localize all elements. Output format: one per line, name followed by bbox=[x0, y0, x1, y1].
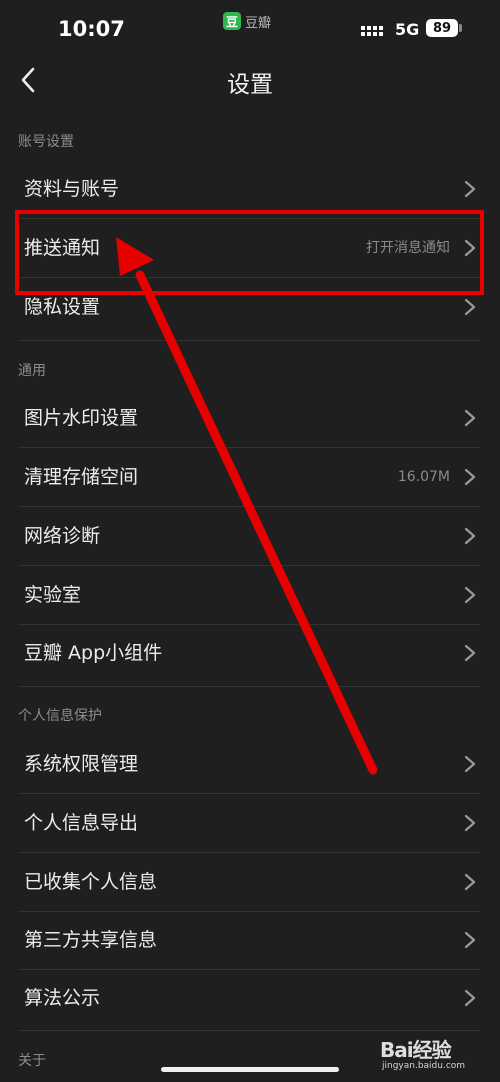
baidu-jingyan-watermark: Bai经验 jingyan.baidu.com bbox=[380, 1034, 495, 1079]
chevron-right-icon bbox=[464, 527, 476, 545]
chevron-right-icon bbox=[464, 873, 476, 891]
status-bar: 10:07 豆 豆瓣 5G 89 bbox=[0, 0, 500, 60]
watermark-url: jingyan.baidu.com bbox=[382, 1061, 466, 1071]
network-type: 5G bbox=[395, 20, 420, 39]
row-label: 第三方共享信息 bbox=[24, 929, 158, 951]
page-title: 设置 bbox=[227, 72, 273, 98]
douban-app-icon: 豆 bbox=[223, 12, 241, 30]
status-time: 10:07 bbox=[58, 17, 125, 41]
chevron-right-icon bbox=[464, 468, 476, 486]
settings-row-network-diagnosis[interactable]: 网络诊断 bbox=[0, 507, 500, 565]
storage-size-value: 16.07M bbox=[397, 469, 450, 485]
row-label: 已收集个人信息 bbox=[24, 871, 158, 893]
settings-row-third-party-sharing[interactable]: 第三方共享信息 bbox=[0, 911, 500, 969]
active-app-name: 豆瓣 bbox=[245, 15, 272, 31]
chevron-right-icon bbox=[464, 755, 476, 773]
settings-row-system-permissions[interactable]: 系统权限管理 bbox=[0, 735, 500, 793]
settings-row-export-personal-info[interactable]: 个人信息导出 bbox=[0, 794, 500, 852]
highlight-box bbox=[15, 210, 484, 295]
active-app-indicator[interactable]: 豆 豆瓣 bbox=[223, 11, 271, 31]
settings-row-image-watermark[interactable]: 图片水印设置 bbox=[0, 389, 500, 447]
signal-strength-icon bbox=[361, 26, 383, 36]
watermark-logo-text: Bai经验 bbox=[380, 1038, 452, 1062]
chevron-right-icon bbox=[464, 989, 476, 1007]
battery-icon: 89 bbox=[426, 19, 458, 37]
row-label: 清理存储空间 bbox=[24, 466, 139, 488]
row-label: 网络诊断 bbox=[24, 525, 101, 547]
row-label: 实验室 bbox=[24, 584, 82, 606]
row-label: 算法公示 bbox=[24, 987, 101, 1009]
settings-row-lab[interactable]: 实验室 bbox=[0, 566, 500, 624]
nav-bar: 设置 bbox=[0, 55, 500, 105]
section-header-about: 关于 bbox=[18, 1053, 46, 1069]
row-label: 个人信息导出 bbox=[24, 812, 139, 834]
section-header-personal-info: 个人信息保护 bbox=[18, 708, 102, 724]
divider bbox=[18, 686, 480, 687]
row-label: 系统权限管理 bbox=[24, 753, 139, 775]
battery-tip bbox=[459, 24, 462, 32]
divider bbox=[18, 340, 480, 341]
settings-row-algorithm-disclosure[interactable]: 算法公示 bbox=[0, 969, 500, 1027]
chevron-right-icon bbox=[464, 814, 476, 832]
chevron-right-icon bbox=[464, 644, 476, 662]
section-header-general: 通用 bbox=[18, 363, 46, 379]
chevron-right-icon bbox=[464, 931, 476, 949]
battery-level: 89 bbox=[432, 20, 452, 36]
section-header-account: 账号设置 bbox=[18, 134, 74, 150]
divider bbox=[18, 1030, 480, 1031]
settings-row-clear-storage[interactable]: 清理存储空间 16.07M bbox=[0, 448, 500, 506]
chevron-right-icon bbox=[464, 409, 476, 427]
chevron-right-icon bbox=[464, 180, 476, 198]
chevron-right-icon bbox=[464, 298, 476, 316]
settings-row-widgets[interactable]: 豆瓣 App小组件 bbox=[0, 624, 500, 682]
home-indicator[interactable] bbox=[161, 1067, 339, 1072]
chevron-right-icon bbox=[464, 586, 476, 604]
row-label: 豆瓣 App小组件 bbox=[24, 642, 163, 664]
settings-row-collected-personal-info[interactable]: 已收集个人信息 bbox=[0, 853, 500, 911]
row-label: 图片水印设置 bbox=[24, 407, 139, 429]
